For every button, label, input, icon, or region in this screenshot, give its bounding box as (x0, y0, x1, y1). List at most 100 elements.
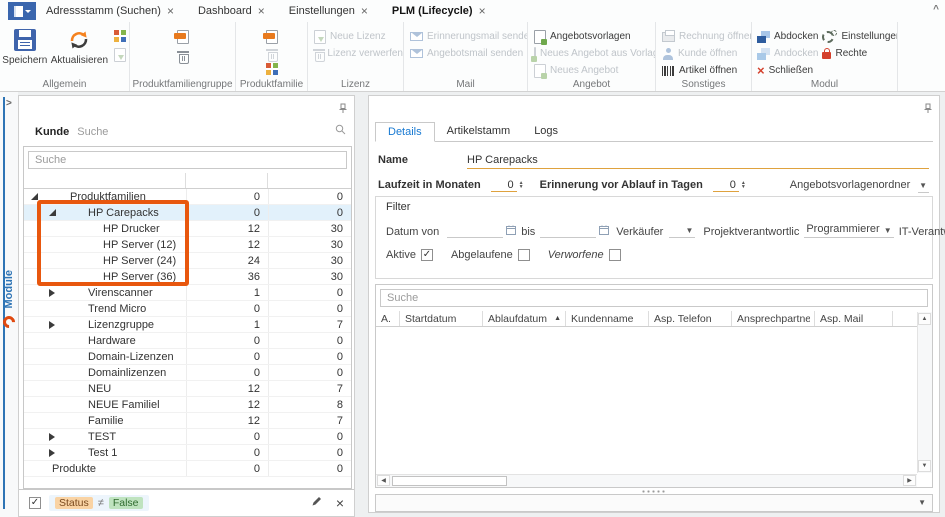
search-icon[interactable] (335, 124, 346, 138)
module-tab[interactable]: Module (0, 270, 18, 328)
column-header[interactable]: A. (376, 311, 400, 326)
name-value[interactable]: HP Carepacks (467, 152, 929, 169)
document-tab[interactable]: Adressstamm (Suchen) × (46, 5, 174, 17)
ribbon-collapse-icon[interactable]: ^ (933, 4, 939, 15)
expander-icon[interactable] (49, 321, 55, 329)
angebotsvorlagen-button[interactable]: Angebotsvorlagen (534, 29, 655, 44)
expander-icon[interactable] (49, 449, 55, 457)
calendar-icon[interactable] (599, 225, 609, 238)
document-tab[interactable]: PLM (Lifecycle) × (392, 5, 486, 17)
grid-icon[interactable] (266, 63, 278, 75)
erinnerung-value[interactable]: 0 (713, 179, 739, 192)
detail-tab[interactable]: Logs (522, 122, 570, 141)
column-header[interactable] (24, 173, 186, 188)
vertical-scrollbar[interactable]: ▲ ▼ (917, 312, 932, 473)
close-icon[interactable]: × (361, 5, 368, 17)
tree-row[interactable]: Hardware 0 0 (24, 333, 351, 349)
tree-row[interactable]: Lizenzgruppe 1 7 (24, 317, 351, 333)
delete-icon[interactable] (178, 50, 188, 62)
laufzeit-stepper[interactable]: 0 ▲ ▼ (491, 179, 524, 192)
column-header[interactable]: Startdatum (400, 311, 483, 326)
detail-tab[interactable]: Artikelstamm (435, 122, 523, 141)
expander-icon[interactable] (49, 209, 56, 216)
chevron-down-icon[interactable]: ▼ (919, 181, 927, 190)
table-search-input[interactable] (35, 154, 340, 166)
filter-expression[interactable]: Status ≠ False (49, 495, 149, 511)
tree-row[interactable]: HP Server (12) 12 30 (24, 237, 351, 253)
scroll-up-icon[interactable]: ▲ (918, 313, 931, 325)
splitter-handle[interactable] (369, 489, 939, 493)
expander-icon[interactable] (49, 433, 55, 441)
tree-row[interactable]: HP Carepacks 0 0 (24, 205, 351, 221)
tree-row[interactable]: Trend Micro 0 0 (24, 301, 351, 317)
speichern-button[interactable]: Speichern (2, 25, 48, 77)
datum-von-field[interactable] (447, 224, 503, 238)
tree-row[interactable]: NEU 12 7 (24, 381, 351, 397)
grid-icon[interactable] (114, 30, 126, 42)
projektverantwortlich-dropdown[interactable]: Programmierer ▼ (804, 223, 893, 238)
kunde-search-input[interactable] (77, 124, 328, 140)
aktive-checkbox[interactable]: ✓ (421, 249, 433, 261)
column-header[interactable]: Kundenname (566, 311, 649, 326)
chevron-down-icon[interactable]: ▼ (884, 226, 892, 235)
tree-row[interactable]: Virenscanner 1 0 (24, 285, 351, 301)
spinner-arrows-icon[interactable]: ▲ ▼ (519, 181, 524, 190)
close-icon[interactable]: × (258, 5, 265, 17)
abdocken-button[interactable]: Abdocken (757, 29, 818, 44)
close-icon[interactable]: × (479, 5, 486, 17)
close-icon[interactable]: × (167, 5, 174, 17)
pin-icon[interactable] (338, 103, 348, 117)
scroll-right-icon[interactable]: ▶ (903, 475, 916, 486)
rechte-button[interactable]: Rechte (822, 46, 898, 61)
tree-row[interactable]: HP Server (36) 36 30 (24, 269, 351, 285)
spinner-arrows-icon[interactable]: ▲ ▼ (741, 181, 746, 190)
tree-row[interactable]: Domainlizenzen 0 0 (24, 365, 351, 381)
vorlagen-dropdown[interactable]: ▼ (918, 178, 929, 193)
bottom-combobox[interactable]: ▼ (375, 494, 933, 512)
column-header[interactable]: Asp. Mail (815, 311, 893, 326)
expander-icon[interactable] (49, 289, 55, 297)
datum-bis-field[interactable] (540, 224, 596, 238)
column-header[interactable]: Ablaufdatum ▲ (483, 311, 566, 326)
artikel-oeffnen-button[interactable]: Artikel öffnen (662, 63, 751, 78)
document-tab[interactable]: Dashboard × (198, 5, 265, 17)
document-tab[interactable]: Einstellungen × (289, 5, 368, 17)
tree-row[interactable]: NEUE Familiel 12 8 (24, 397, 351, 413)
tree-row[interactable]: Produkte 0 0 (24, 461, 351, 477)
abgelaufene-checkbox[interactable] (518, 249, 530, 261)
scroll-down-icon[interactable]: ▼ (918, 460, 931, 472)
einstellungen-button[interactable]: Einstellungen (822, 29, 898, 44)
horizontal-scrollbar[interactable]: ◀ ▶ (376, 474, 917, 487)
tree-row[interactable]: Domain-Lizenzen 0 0 (24, 349, 351, 365)
clear-filter-icon[interactable]: × (336, 496, 344, 510)
app-menu-button[interactable] (8, 2, 36, 20)
schliessen-button[interactable]: × Schließen (757, 63, 818, 78)
filter-checkbox[interactable]: ✓ (29, 497, 41, 509)
expand-sidebar-icon[interactable]: > (6, 98, 12, 109)
expander-icon[interactable] (31, 193, 38, 200)
scroll-left-icon[interactable]: ◀ (377, 475, 390, 486)
column-header[interactable] (186, 173, 268, 188)
laufzeit-value[interactable]: 0 (491, 179, 517, 192)
verworfene-checkbox[interactable] (609, 249, 621, 261)
new-document-icon[interactable] (177, 30, 189, 44)
chevron-down-icon[interactable]: ▼ (918, 498, 926, 507)
calendar-icon[interactable] (506, 225, 516, 238)
tree-row[interactable]: HP Drucker 12 30 (24, 221, 351, 237)
spinner-down-icon[interactable]: ▼ (519, 185, 524, 190)
edit-filter-icon[interactable] (311, 496, 322, 510)
tree-row[interactable]: HP Server (24) 24 30 (24, 253, 351, 269)
tree-row[interactable]: Test 1 0 0 (24, 445, 351, 461)
detail-tab[interactable]: Details (375, 122, 435, 142)
scrollbar-thumb[interactable] (392, 476, 507, 486)
verkaeufer-dropdown[interactable]: ▼ (669, 224, 695, 238)
pin-icon[interactable] (923, 103, 933, 117)
tree-row[interactable]: TEST 0 0 (24, 429, 351, 445)
spinner-down-icon[interactable]: ▼ (741, 185, 746, 190)
new-document-icon[interactable] (266, 30, 278, 44)
chevron-down-icon[interactable]: ▼ (685, 226, 693, 235)
column-header[interactable]: Asp. Telefon (649, 311, 732, 326)
column-header[interactable] (268, 173, 351, 188)
column-header[interactable]: Ansprechpartner (732, 311, 815, 326)
tree-row[interactable]: Produktfamilien 0 0 (24, 189, 351, 205)
